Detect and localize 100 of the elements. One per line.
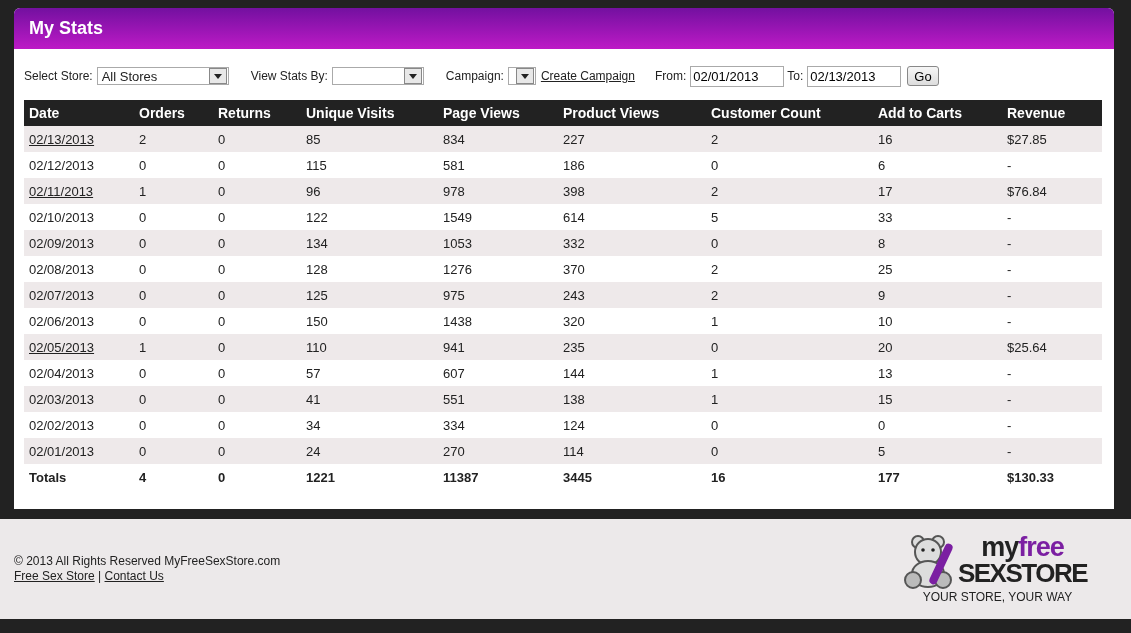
table-cell: 134: [301, 230, 438, 256]
view-dropdown[interactable]: [331, 67, 424, 85]
table-cell: 614: [558, 204, 706, 230]
field-label: To:: [787, 69, 804, 83]
table-cell: 398: [558, 178, 706, 204]
table-cell: -: [1002, 152, 1102, 178]
table-cell: 85: [301, 126, 438, 152]
table-cell: 1276: [438, 256, 558, 282]
table-cell: 02/07/2013: [24, 282, 134, 308]
table-cell: -: [1002, 438, 1102, 464]
table-cell: 5: [706, 204, 873, 230]
table-cell: 186: [558, 152, 706, 178]
table-cell: 0: [134, 282, 213, 308]
table-cell: 320: [558, 308, 706, 334]
table-cell: 124: [558, 412, 706, 438]
table-cell: 0: [213, 438, 301, 464]
copyright-text: © 2013 All Rights Reserved MyFreeSexStore.com: [14, 554, 281, 569]
table-cell: 110: [301, 334, 438, 360]
total-cell: 1221: [301, 464, 438, 490]
total-cell: 11387: [438, 464, 558, 490]
table-cell: 0: [134, 360, 213, 386]
table-cell: 57: [301, 360, 438, 386]
table-cell: 0: [134, 386, 213, 412]
table-cell: 34: [301, 412, 438, 438]
column-header: Revenue: [1002, 100, 1102, 126]
column-header: Page Views: [438, 100, 558, 126]
table-cell: 02/09/2013: [24, 230, 134, 256]
store-dropdown[interactable]: All Stores: [96, 67, 229, 85]
from-date-field[interactable]: 02/01/2013: [690, 65, 785, 87]
total-cell: 0: [213, 464, 301, 490]
table-cell: 02/01/2013: [24, 438, 134, 464]
table-cell: 115: [301, 152, 438, 178]
total-cell: Totals: [24, 464, 134, 490]
table-cell: 114: [558, 438, 706, 464]
table-cell: 975: [438, 282, 558, 308]
table-cell: 551: [438, 386, 558, 412]
table-cell: 0: [213, 126, 301, 152]
table-cell: 0: [213, 360, 301, 386]
table-cell: 0: [213, 256, 301, 282]
table-cell: 138: [558, 386, 706, 412]
table-cell: 1: [706, 386, 873, 412]
campaign-dropdown[interactable]: [507, 67, 536, 85]
table-cell: 235: [558, 334, 706, 360]
footer-link[interactable]: Free Sex Store: [14, 569, 95, 583]
table-cell: 1: [706, 308, 873, 334]
table-cell: 122: [301, 204, 438, 230]
field-label: Select Store:: [24, 69, 93, 83]
table-cell: 0: [213, 412, 301, 438]
table-cell: -: [1002, 308, 1102, 334]
column-header: Unique Visits: [301, 100, 438, 126]
table-cell: -: [1002, 230, 1102, 256]
table-cell: 2: [706, 256, 873, 282]
field-label: From:: [654, 69, 687, 83]
column-header: Date: [24, 100, 134, 126]
table-cell: 0: [213, 334, 301, 360]
field-label: Campaign:: [445, 69, 504, 83]
table-cell: 02/06/2013: [24, 308, 134, 334]
total-cell: $130.33: [1002, 464, 1102, 490]
table-cell: 0: [213, 386, 301, 412]
logo-wordmark: myfree: [981, 534, 1064, 560]
table-cell: 1: [134, 334, 213, 360]
table-cell: 144: [558, 360, 706, 386]
table-cell: 0: [873, 412, 1002, 438]
total-cell: 4: [134, 464, 213, 490]
table-cell: 270: [438, 438, 558, 464]
column-header: Returns: [213, 100, 301, 126]
table-cell: 6: [873, 152, 1002, 178]
table-cell: 2: [706, 282, 873, 308]
table-cell: 41: [301, 386, 438, 412]
table-cell: 5: [873, 438, 1002, 464]
table-cell: 0: [134, 230, 213, 256]
to-date-field[interactable]: 02/13/2013: [807, 65, 902, 87]
link-separator: |: [98, 569, 102, 583]
table-cell: -: [1002, 386, 1102, 412]
table-cell: 370: [558, 256, 706, 282]
table-cell: 834: [438, 126, 558, 152]
table-cell: 0: [213, 282, 301, 308]
footer-link[interactable]: Contact Us: [104, 569, 164, 583]
table-cell: 0: [706, 412, 873, 438]
table-cell: 941: [438, 334, 558, 360]
table-cell: 2: [706, 178, 873, 204]
table-cell: 17: [873, 178, 1002, 204]
table-cell: $27.85: [1002, 126, 1102, 152]
table-cell: -: [1002, 360, 1102, 386]
go-button[interactable]: Go: [907, 66, 939, 86]
table-cell: 02/08/2013: [24, 256, 134, 282]
table-cell: 1: [706, 360, 873, 386]
table-cell: 96: [301, 178, 438, 204]
logo-tagline: YOUR STORE, YOUR WAY: [922, 590, 1073, 604]
table-cell: 1: [134, 178, 213, 204]
table-cell: 1549: [438, 204, 558, 230]
create-campaign-link[interactable]: Create Campaign: [540, 69, 635, 83]
table-cell: 25: [873, 256, 1002, 282]
table-cell: 0: [213, 178, 301, 204]
table-cell: 243: [558, 282, 706, 308]
table-cell: 150: [301, 308, 438, 334]
panel-title: My Stats: [29, 18, 104, 39]
table-cell: 0: [134, 204, 213, 230]
table-cell: 227: [558, 126, 706, 152]
table-cell: 13: [873, 360, 1002, 386]
